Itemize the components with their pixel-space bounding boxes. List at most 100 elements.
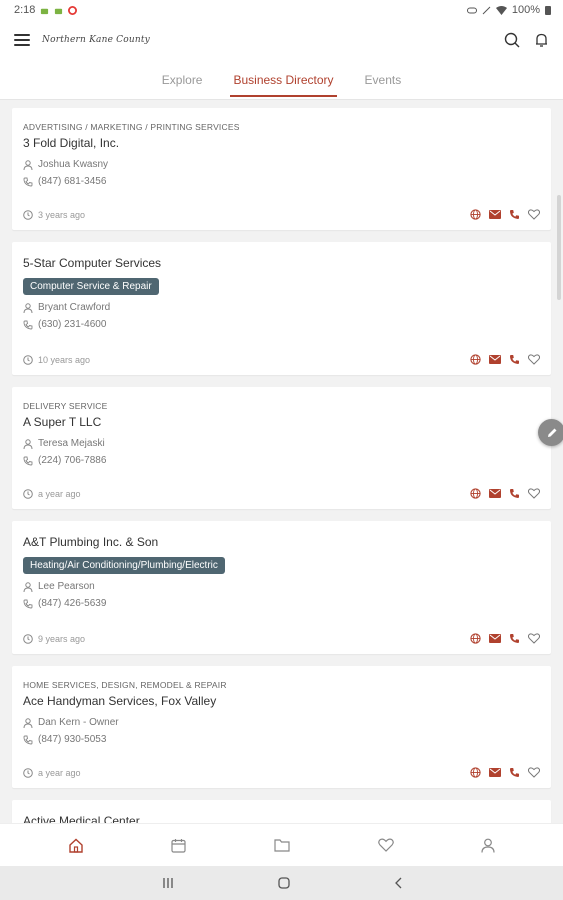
business-name: 3 Fold Digital, Inc.: [23, 136, 120, 150]
tab-events[interactable]: Events: [362, 60, 405, 100]
person-icon: [23, 159, 33, 170]
android-icon: [55, 8, 63, 14]
menu-icon[interactable]: [14, 34, 30, 46]
contact-name: Joshua Kwasny: [38, 159, 109, 170]
contact-name: Bryant Crawford: [38, 302, 111, 313]
android-icon: [41, 8, 49, 14]
heart-icon[interactable]: [528, 767, 540, 778]
home-button-icon[interactable]: [277, 877, 290, 889]
business-card[interactable]: Active Medical Center: [12, 800, 551, 823]
business-card[interactable]: DELIVERY SERVICE A Super T LLC Teresa Me…: [12, 387, 551, 509]
phone-icon[interactable]: [509, 767, 520, 778]
home-icon[interactable]: [68, 838, 84, 853]
updated-time: 10 years ago: [38, 354, 91, 365]
photos-icon: [68, 5, 78, 15]
phone-icon: [23, 320, 33, 329]
phone-icon[interactable]: [509, 209, 520, 220]
business-name: Ace Handyman Services, Fox Valley: [23, 694, 217, 708]
phone-icon: [23, 456, 33, 465]
heart-icon[interactable]: [528, 354, 540, 365]
phone-number: (224) 706-7886: [38, 455, 107, 466]
phone-number: (847) 930-5053: [38, 734, 107, 745]
business-name: A&T Plumbing Inc. & Son: [23, 535, 159, 549]
mute-icon: [482, 6, 491, 14]
heart-icon[interactable]: [377, 838, 394, 852]
globe-icon[interactable]: [470, 633, 481, 644]
tab-business-directory[interactable]: Business Directory: [230, 60, 337, 100]
updated-time: a year ago: [38, 767, 81, 778]
edge-panel-handle[interactable]: [557, 195, 561, 300]
business-card[interactable]: HOME SERVICES, DESIGN, REMODEL & REPAIR …: [12, 666, 551, 788]
clock-icon: [23, 354, 33, 365]
bell-icon[interactable]: [534, 32, 549, 48]
phone-number: (847) 681-3456: [38, 176, 107, 187]
phone-icon[interactable]: [509, 488, 520, 499]
clock-icon: [23, 488, 33, 499]
globe-icon[interactable]: [470, 488, 481, 499]
back-icon[interactable]: [394, 877, 402, 889]
category-badge: Computer Service & Repair: [23, 278, 159, 295]
clock-icon: [23, 767, 33, 778]
system-navigation-bar: [0, 866, 563, 900]
business-category: DELIVERY SERVICE: [23, 401, 108, 411]
contact-name: Lee Pearson: [38, 581, 95, 592]
business-name: 5-Star Computer Services: [23, 256, 162, 270]
phone-icon[interactable]: [509, 633, 520, 644]
bottom-navigation: [0, 823, 563, 866]
email-icon[interactable]: [489, 768, 501, 777]
app-logo: Northern Kane County: [42, 35, 150, 45]
person-icon: [23, 717, 33, 728]
phone-icon: [23, 177, 33, 186]
tab-bar: Explore Business Directory Events: [0, 60, 563, 100]
clock-icon: [23, 633, 33, 644]
business-card[interactable]: A&T Plumbing Inc. & Son Heating/Air Cond…: [12, 521, 551, 654]
phone-icon: [23, 735, 33, 744]
business-card[interactable]: ADVERTISING / MARKETING / PRINTING SERVI…: [12, 108, 551, 230]
globe-icon[interactable]: [470, 209, 481, 220]
calendar-icon[interactable]: [171, 838, 186, 853]
profile-icon[interactable]: [481, 838, 495, 853]
person-icon: [23, 581, 33, 592]
search-icon[interactable]: [504, 32, 520, 48]
heart-icon[interactable]: [528, 488, 540, 499]
business-category: HOME SERVICES, DESIGN, REMODEL & REPAIR: [23, 680, 227, 690]
business-category: ADVERTISING / MARKETING / PRINTING SERVI…: [23, 122, 240, 132]
battery-icon: [545, 6, 551, 15]
wifi-icon: [495, 5, 507, 15]
edit-button[interactable]: [538, 419, 563, 446]
contact-name: Teresa Mejaski: [38, 438, 105, 449]
updated-time: a year ago: [38, 488, 81, 499]
phone-icon: [23, 599, 33, 608]
battery-level: 100%: [511, 4, 540, 16]
category-badge: Heating/Air Conditioning/Plumbing/Electr…: [23, 557, 225, 574]
clock-icon: [23, 209, 33, 220]
person-icon: [23, 302, 33, 313]
recents-icon[interactable]: [162, 877, 174, 889]
phone-number: (847) 426-5639: [38, 598, 107, 609]
email-icon[interactable]: [489, 210, 501, 219]
phone-icon[interactable]: [509, 354, 520, 365]
business-name: Active Medical Center: [23, 814, 140, 823]
contact-name: Dan Kern - Owner: [38, 717, 119, 728]
updated-time: 9 years ago: [38, 633, 86, 644]
folder-icon[interactable]: [274, 838, 290, 852]
phone-number: (630) 231-4600: [38, 319, 107, 330]
globe-icon[interactable]: [470, 767, 481, 778]
business-name: A Super T LLC: [23, 415, 102, 429]
app-bar: Northern Kane County: [0, 20, 563, 60]
heart-icon[interactable]: [528, 209, 540, 220]
updated-time: 3 years ago: [38, 209, 86, 220]
email-icon[interactable]: [489, 355, 501, 364]
tab-explore[interactable]: Explore: [159, 60, 206, 100]
globe-icon[interactable]: [470, 354, 481, 365]
person-icon: [23, 438, 33, 449]
heart-icon[interactable]: [528, 633, 540, 644]
status-time: 2:18: [14, 4, 36, 16]
business-list: ADVERTISING / MARKETING / PRINTING SERVI…: [0, 100, 563, 823]
business-card[interactable]: 5-Star Computer Services Computer Servic…: [12, 242, 551, 375]
status-bar: 2:18 100%: [0, 0, 563, 20]
pencil-icon: [547, 428, 556, 437]
email-icon[interactable]: [489, 634, 501, 643]
email-icon[interactable]: [489, 489, 501, 498]
link-icon: [466, 7, 477, 13]
